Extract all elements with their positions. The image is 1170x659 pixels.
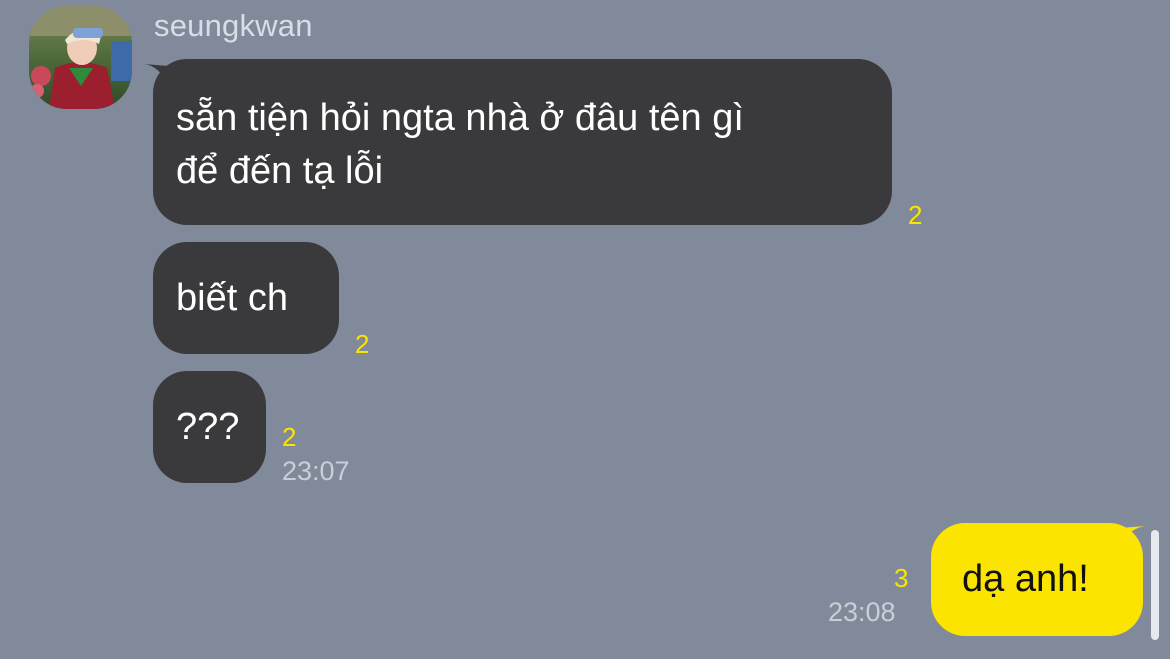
message-bubble-outgoing[interactable]: dạ anh! — [931, 523, 1143, 636]
sender-avatar[interactable] — [29, 6, 132, 109]
message-text: dạ anh! — [962, 558, 1089, 600]
message-text: sẵn tiện hỏi ngta nhà ở đâu tên gì để đế… — [176, 97, 744, 192]
message-bubble-incoming[interactable]: ??? — [153, 371, 266, 483]
scrollbar[interactable] — [1151, 530, 1159, 640]
avatar-photo — [29, 6, 132, 109]
message-timestamp: 23:07 — [282, 456, 350, 486]
message-text: ??? — [176, 406, 240, 448]
unread-count: 2 — [282, 422, 297, 452]
unread-count: 2 — [908, 200, 923, 230]
message-bubble-incoming[interactable]: biết ch — [153, 242, 339, 354]
chat-room: seungkwan sẵn tiện hỏi ngta nhà ở đâu tê… — [0, 0, 1170, 659]
sender-name: seungkwan — [154, 8, 313, 43]
unread-count: 2 — [355, 329, 370, 359]
message-bubble-incoming[interactable]: sẵn tiện hỏi ngta nhà ở đâu tên gì để đế… — [153, 59, 892, 225]
message-text: biết ch — [176, 277, 288, 319]
message-timestamp: 23:08 — [828, 597, 896, 627]
unread-count: 3 — [894, 563, 909, 593]
